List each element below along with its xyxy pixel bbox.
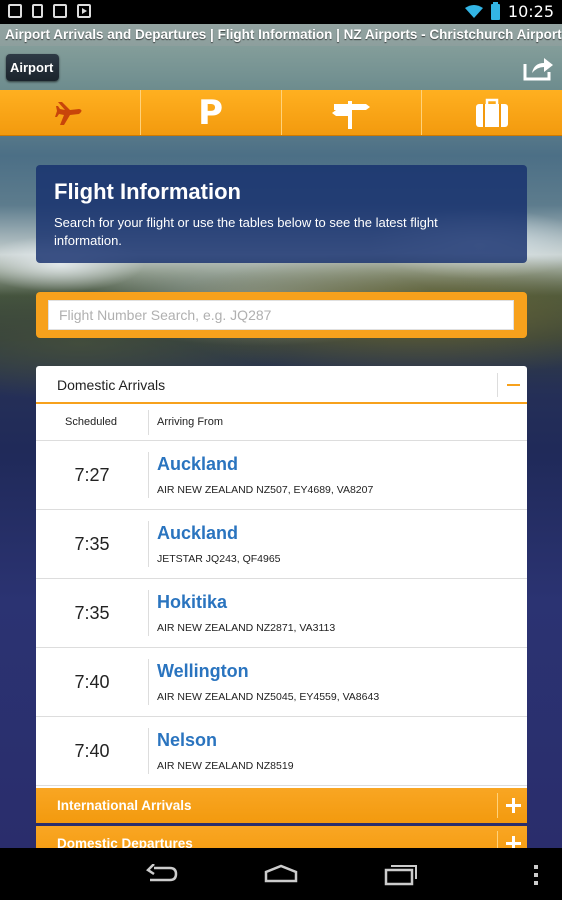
table-row[interactable]: 7:40 Nelson AIR NEW ZEALAND NZ8519 xyxy=(36,717,527,786)
minus-icon xyxy=(507,384,520,386)
flight-numbers: AIR NEW ZEALAND NZ8519 xyxy=(157,760,294,772)
section-title: International Arrivals xyxy=(57,798,192,813)
document-icon xyxy=(32,4,43,18)
window-title-bar: Airport Arrivals and Departures | Flight… xyxy=(0,24,562,46)
page-title: Flight Information xyxy=(54,179,241,204)
nav-shopping[interactable] xyxy=(422,90,562,135)
back-icon[interactable] xyxy=(146,864,178,884)
table-row[interactable]: 7:35 Hokitika AIR NEW ZEALAND NZ2871, VA… xyxy=(36,579,527,648)
section-title: Domestic Arrivals xyxy=(57,377,166,393)
recent-apps-icon[interactable] xyxy=(384,864,418,886)
play-store-icon xyxy=(77,4,91,18)
page-description: Search for your flight or use the tables… xyxy=(54,215,438,248)
nav-parking[interactable]: P xyxy=(141,90,282,135)
scheduled-time: 7:40 xyxy=(74,741,110,761)
column-arriving-from: Arriving From xyxy=(157,416,224,428)
status-bar: 10:25 xyxy=(0,0,562,24)
parking-icon: P xyxy=(198,92,224,133)
nav-directions[interactable] xyxy=(282,90,423,135)
table-row[interactable]: 7:27 Auckland AIR NEW ZEALAND NZ507, EY4… xyxy=(36,441,527,510)
table-row[interactable]: 7:40 Wellington AIR NEW ZEALAND NZ5045, … xyxy=(36,648,527,717)
column-scheduled: Scheduled xyxy=(65,416,117,428)
system-navigation-bar xyxy=(0,848,562,900)
top-bar: Airport xyxy=(0,46,562,90)
search-container xyxy=(36,292,527,338)
domestic-arrivals-header[interactable]: Domestic Arrivals xyxy=(36,366,527,404)
flight-info-panel: Flight Information Search for your fligh… xyxy=(36,165,527,263)
table-row[interactable]: 7:35 Auckland JETSTAR JQ243, QF4965 xyxy=(36,510,527,579)
home-icon[interactable] xyxy=(264,864,298,884)
status-clock: 10:25 xyxy=(507,2,554,21)
airplane-icon xyxy=(54,101,82,125)
menu-icon[interactable] xyxy=(532,864,540,886)
flight-numbers: JETSTAR JQ243, QF4965 xyxy=(157,553,281,565)
origin-city-link[interactable]: Auckland xyxy=(157,523,238,544)
share-icon[interactable] xyxy=(522,54,554,82)
flight-numbers: AIR NEW ZEALAND NZ5045, EY4559, VA8643 xyxy=(157,691,380,703)
scheduled-time: 7:27 xyxy=(74,465,110,485)
battery-icon xyxy=(490,1,500,20)
main-nav: P xyxy=(0,90,562,136)
luggage-icon xyxy=(476,98,509,127)
scheduled-time: 7:40 xyxy=(74,672,110,692)
airport-back-button[interactable]: Airport xyxy=(6,54,60,81)
scheduled-time: 7:35 xyxy=(74,603,110,623)
wifi-icon xyxy=(464,4,483,18)
flight-search-input[interactable] xyxy=(48,300,514,330)
scheduled-time: 7:35 xyxy=(74,534,110,554)
table-header: Scheduled Arriving From xyxy=(36,404,527,441)
store-icon xyxy=(53,4,67,18)
signpost-icon xyxy=(332,100,371,129)
expand-toggle[interactable] xyxy=(497,793,527,818)
origin-city-link[interactable]: Hokitika xyxy=(157,592,227,613)
flight-numbers: AIR NEW ZEALAND NZ2871, VA3113 xyxy=(157,622,336,634)
window-title: Airport Arrivals and Departures | Flight… xyxy=(5,27,562,42)
collapse-toggle[interactable] xyxy=(497,373,527,397)
origin-city-link[interactable]: Wellington xyxy=(157,661,249,682)
flight-numbers: AIR NEW ZEALAND NZ507, EY4689, VA8207 xyxy=(157,484,374,496)
origin-city-link[interactable]: Auckland xyxy=(157,454,238,475)
international-arrivals-header[interactable]: International Arrivals xyxy=(36,788,527,823)
domestic-arrivals-panel: Domestic Arrivals Scheduled Arriving Fro… xyxy=(36,366,527,788)
nav-flights[interactable] xyxy=(0,90,141,135)
image-icon xyxy=(8,4,22,18)
origin-city-link[interactable]: Nelson xyxy=(157,730,217,751)
